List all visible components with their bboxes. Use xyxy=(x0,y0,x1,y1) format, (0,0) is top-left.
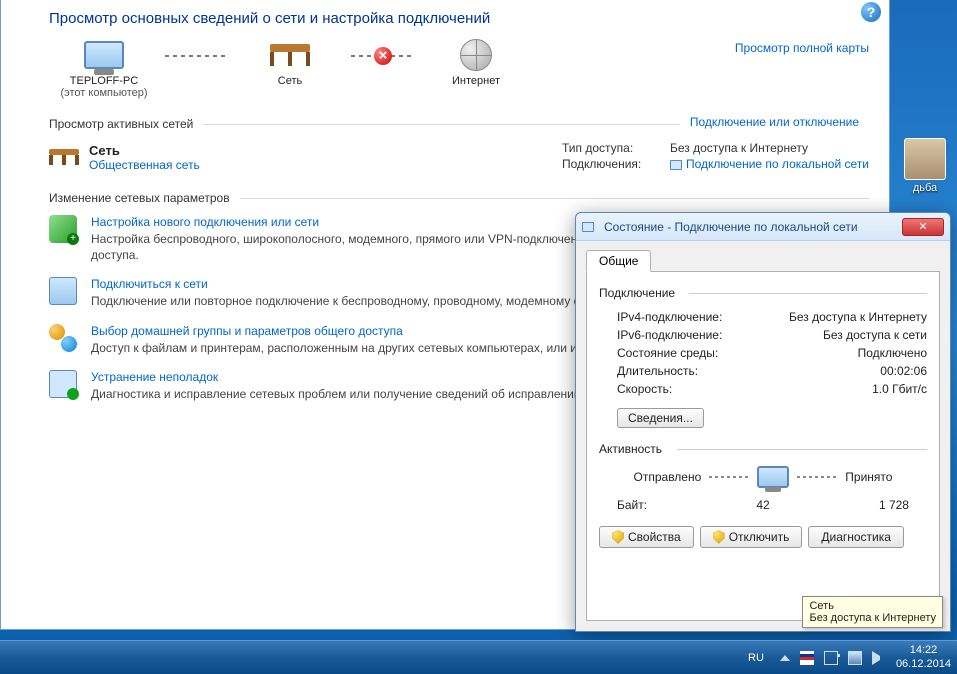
bench-icon xyxy=(270,44,310,66)
details-button[interactable]: Сведения... xyxy=(617,408,704,428)
desktop-shortcut-icon xyxy=(904,138,946,180)
recv-label: Принято xyxy=(845,470,892,484)
network-name: Сеть xyxy=(89,143,200,158)
connect-disconnect-link[interactable]: Подключение или отключение xyxy=(680,115,869,129)
connection-status-dialog: Состояние - Подключение по локальной сет… xyxy=(575,212,951,632)
clock[interactable]: 14:22 06.12.2014 xyxy=(896,644,951,670)
bytes-sent: 42 xyxy=(756,498,769,512)
nic-icon xyxy=(582,222,594,232)
duration-value: 00:02:06 xyxy=(880,364,927,378)
troubleshoot-icon xyxy=(49,370,77,398)
connect-network-icon xyxy=(49,277,77,305)
diagnose-button[interactable]: Диагностика xyxy=(808,526,904,548)
media-value: Подключено xyxy=(858,346,927,360)
ipv6-value: Без доступа к сети xyxy=(823,328,927,342)
globe-icon xyxy=(460,39,492,71)
desktop-shortcut[interactable]: дьба xyxy=(899,138,951,194)
sent-label: Отправлено xyxy=(634,470,702,484)
flag-icon[interactable] xyxy=(800,651,814,665)
connection-link[interactable]: Подключение по локальной сети xyxy=(686,157,869,171)
properties-button[interactable]: Свойства xyxy=(599,526,694,548)
pc-icon xyxy=(757,466,789,488)
desktop-shortcut-label: дьба xyxy=(899,182,951,194)
homegroup-icon xyxy=(49,324,77,352)
shield-icon xyxy=(713,530,725,544)
change-settings-section: Изменение сетевых параметров xyxy=(49,191,869,205)
activity-group-label: Активность xyxy=(599,442,927,456)
dialog-panel: Подключение IPv4-подключение:Без доступа… xyxy=(586,271,940,621)
network-type-link[interactable]: Общественная сеть xyxy=(89,158,200,172)
activity-diagram: Отправлено Принято xyxy=(599,466,927,488)
speed-value: 1.0 Гбит/с xyxy=(872,382,927,396)
pc-icon xyxy=(84,41,124,69)
connection-group-label: Подключение xyxy=(599,286,927,300)
help-icon[interactable]: ? xyxy=(861,2,881,22)
bytes-recv: 1 728 xyxy=(879,498,909,512)
access-value: Без доступа к Интернету xyxy=(670,141,808,155)
node-this-pc[interactable]: TEPLOFF-PC (этот компьютер) xyxy=(49,37,159,99)
tab-general[interactable]: Общие xyxy=(586,250,651,272)
page-title: Просмотр основных сведений о сети и наст… xyxy=(49,10,869,27)
tray-overflow-icon[interactable] xyxy=(780,655,790,661)
active-networks-section: Просмотр активных сетей Подключение или … xyxy=(49,117,869,131)
nic-icon xyxy=(670,160,682,170)
new-connection-icon xyxy=(49,215,77,243)
close-button[interactable]: ✕ xyxy=(902,218,944,236)
language-indicator[interactable]: RU xyxy=(748,652,764,664)
active-network-row: Сеть Общественная сеть Тип доступа: Без … xyxy=(49,141,869,173)
shield-icon xyxy=(612,530,624,544)
link-pc-network xyxy=(165,55,229,57)
taskbar[interactable]: RU 14:22 06.12.2014 xyxy=(0,640,957,674)
ipv4-value: Без доступа к Интернету xyxy=(789,310,927,324)
network-tray-tooltip: Сеть Без доступа к Интернету xyxy=(802,596,943,628)
bench-icon xyxy=(49,149,79,165)
node-network[interactable]: Сеть xyxy=(235,37,345,87)
dialog-titlebar[interactable]: Состояние - Подключение по локальной сет… xyxy=(576,213,950,241)
link-network-internet-broken xyxy=(351,55,415,57)
node-internet[interactable]: Интернет xyxy=(421,37,531,87)
network-tray-icon[interactable] xyxy=(848,651,862,665)
dialog-title: Состояние - Подключение по локальной сет… xyxy=(604,220,896,234)
disable-button[interactable]: Отключить xyxy=(700,526,803,548)
battery-icon[interactable] xyxy=(824,651,838,665)
bytes-label: Байт: xyxy=(617,498,647,512)
view-full-map-link[interactable]: Просмотр полной карты xyxy=(735,41,869,55)
network-map: TEPLOFF-PC (этот компьютер) Сеть Интерне… xyxy=(49,37,869,99)
volume-icon[interactable] xyxy=(872,651,886,665)
